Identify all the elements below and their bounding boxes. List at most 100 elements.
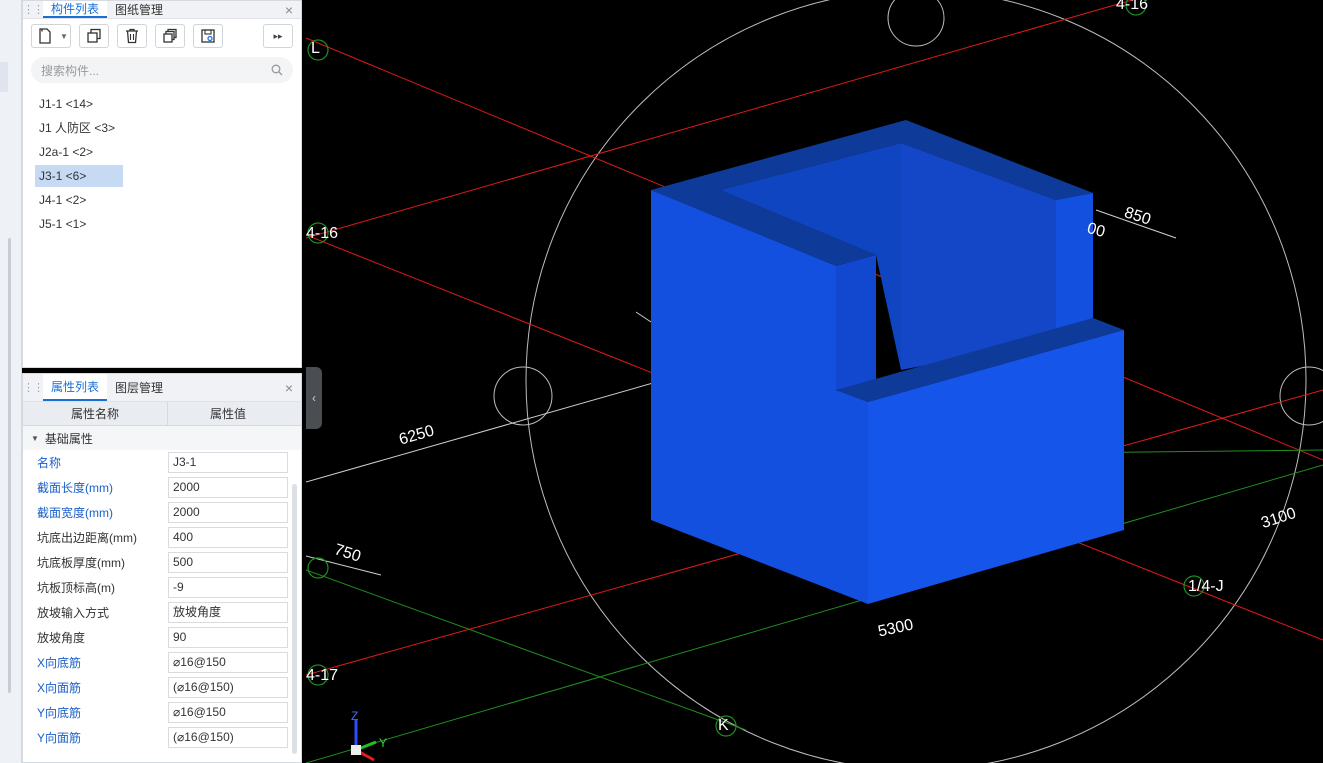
- property-value-field[interactable]: 500: [168, 552, 288, 573]
- save-icon: [201, 29, 215, 43]
- list-item-selected[interactable]: J3-1 <6>: [35, 165, 123, 187]
- 3d-viewport[interactable]: L 4-16 4-16 4-17 K 1/4-J 850 00 6250 750…: [306, 0, 1323, 763]
- property-list-panel: ⋮⋮ 属性列表 图层管理 × 属性名称 属性值 ▼ 基础属性 名称 J3-1 截面…: [22, 373, 302, 763]
- property-value-field[interactable]: 放坡角度: [168, 602, 288, 623]
- axis-label-4-16: 4-16: [306, 225, 339, 242]
- tab-property-list[interactable]: 属性列表: [43, 374, 108, 401]
- property-value-field[interactable]: 400: [168, 527, 288, 548]
- property-name: Y向面筋: [37, 731, 82, 745]
- chevron-down-icon[interactable]: ▼: [60, 32, 68, 41]
- table-row: X向面筋 (⌀16@150): [23, 675, 301, 700]
- grid-line-green: [306, 569, 747, 731]
- property-name: 名称: [37, 456, 62, 470]
- left-side-strip: [0, 0, 22, 763]
- search-input[interactable]: 搜索构件...: [41, 62, 271, 79]
- property-name: X向底筋: [37, 656, 82, 670]
- axis-label-L: L: [311, 40, 320, 57]
- tab-drawing-management[interactable]: 图纸管理: [107, 1, 171, 18]
- tab-component-list[interactable]: 构件列表: [43, 1, 108, 18]
- copy-component-button[interactable]: [79, 24, 109, 48]
- property-scrollbar[interactable]: [292, 484, 297, 754]
- property-name: 坑底板厚度(mm): [37, 556, 125, 570]
- property-value-field[interactable]: 2000: [168, 502, 288, 523]
- property-name: 放坡输入方式: [37, 606, 110, 620]
- list-item[interactable]: J5-1 <1>: [35, 213, 123, 235]
- column-header-value: 属性值: [209, 407, 246, 421]
- chevron-left-icon: ‹: [312, 391, 316, 405]
- model-right-upright: [1056, 193, 1093, 330]
- close-icon[interactable]: ×: [285, 380, 293, 396]
- grid-circle-small: [887, 0, 945, 47]
- drag-grip-icon[interactable]: ⋮⋮: [23, 381, 44, 394]
- new-component-button[interactable]: ▼: [31, 24, 71, 48]
- axis-gizmo: [351, 720, 377, 762]
- left-strip-highlight: [0, 62, 8, 92]
- property-name: 坑底出边距离(mm): [37, 531, 137, 545]
- column-header-name: 属性名称: [23, 402, 168, 425]
- component-list: J1-1 <14> J1 人防区 <3> J2a-1 <2> J3-1 <6> …: [23, 93, 301, 235]
- new-file-icon: [39, 28, 51, 44]
- trash-icon: [126, 28, 138, 44]
- property-value-field[interactable]: (⌀16@150): [168, 677, 288, 698]
- axis-label-4-17: 4-17: [306, 667, 339, 684]
- tab-layer-management[interactable]: 图层管理: [107, 374, 171, 401]
- grid-circle-small: [493, 366, 553, 426]
- property-group-label: 基础属性: [44, 431, 93, 446]
- axis-gizmo-y-label: Y: [379, 736, 388, 750]
- collapse-triangle-icon[interactable]: ▼: [31, 434, 39, 443]
- more-tools-button[interactable]: ▸▸: [263, 24, 293, 48]
- copy-to-floor-button[interactable]: [155, 24, 185, 48]
- list-item[interactable]: J4-1 <2>: [35, 189, 123, 211]
- list-item[interactable]: J1 人防区 <3>: [35, 117, 123, 139]
- axis-label-1-4-J: 1/4-J: [1188, 578, 1224, 595]
- table-row: 截面宽度(mm) 2000: [23, 500, 301, 525]
- property-name: Y向底筋: [37, 706, 82, 720]
- table-row: X向底筋 ⌀16@150: [23, 650, 301, 675]
- table-row: 坑板顶标高(m) -9: [23, 575, 301, 600]
- property-group-basic[interactable]: ▼ 基础属性: [23, 426, 301, 450]
- list-item[interactable]: J2a-1 <2>: [35, 141, 123, 163]
- property-name: 坑板顶标高(m): [37, 581, 115, 595]
- property-name: 放坡角度: [37, 631, 86, 645]
- delete-component-button[interactable]: [117, 24, 147, 48]
- property-panel-tabbar: ⋮⋮ 属性列表 图层管理 ×: [23, 374, 301, 402]
- search-icon[interactable]: [271, 64, 283, 76]
- copy-icon: [87, 28, 101, 43]
- viewport-canvas: [306, 0, 1323, 763]
- table-row: 放坡角度 90: [23, 625, 301, 650]
- component-search-box[interactable]: 搜索构件...: [31, 57, 293, 83]
- property-value-field[interactable]: ⌀16@150: [168, 652, 288, 673]
- axis-gizmo-z-label: Z: [351, 709, 359, 723]
- property-value-field[interactable]: ⌀16@150: [168, 702, 288, 723]
- panel-collapse-handle[interactable]: ‹: [306, 367, 322, 429]
- axis-marker[interactable]: [307, 557, 329, 579]
- property-value-field[interactable]: (⌀16@150): [168, 727, 288, 748]
- drag-grip-icon[interactable]: ⋮⋮: [23, 3, 44, 16]
- dimension-line: [306, 374, 682, 483]
- property-value-field[interactable]: -9: [168, 577, 288, 598]
- axis-label-K: K: [718, 717, 729, 734]
- property-table-header: 属性名称 属性值: [23, 402, 301, 426]
- property-value-field[interactable]: J3-1: [168, 452, 288, 473]
- save-component-button[interactable]: [193, 24, 223, 48]
- list-item[interactable]: J1-1 <14>: [35, 93, 123, 115]
- property-value-field[interactable]: 90: [168, 627, 288, 648]
- component-panel-tabbar: ⋮⋮ 构件列表 图纸管理 ×: [23, 1, 301, 19]
- axis-label-4-16-top: 4-16: [1116, 0, 1149, 13]
- close-icon[interactable]: ×: [285, 2, 293, 18]
- component-toolbar: ▼ ▸▸: [23, 19, 301, 53]
- table-row: 名称 J3-1: [23, 450, 301, 475]
- left-strip-scrollbar[interactable]: [8, 238, 11, 693]
- dimension-tick: [635, 311, 652, 323]
- table-row: 坑底板厚度(mm) 500: [23, 550, 301, 575]
- pit-foundation-model[interactable]: [651, 120, 1124, 604]
- property-name: 截面长度(mm): [37, 481, 113, 495]
- layers-copy-icon: [163, 28, 177, 43]
- model-step-side: [836, 255, 876, 390]
- table-row: 坑底出边距离(mm) 400: [23, 525, 301, 550]
- table-row: 截面长度(mm) 2000: [23, 475, 301, 500]
- property-name: 截面宽度(mm): [37, 506, 113, 520]
- table-row: Y向底筋 ⌀16@150: [23, 700, 301, 725]
- table-row: Y向面筋 (⌀16@150): [23, 725, 301, 750]
- property-value-field[interactable]: 2000: [168, 477, 288, 498]
